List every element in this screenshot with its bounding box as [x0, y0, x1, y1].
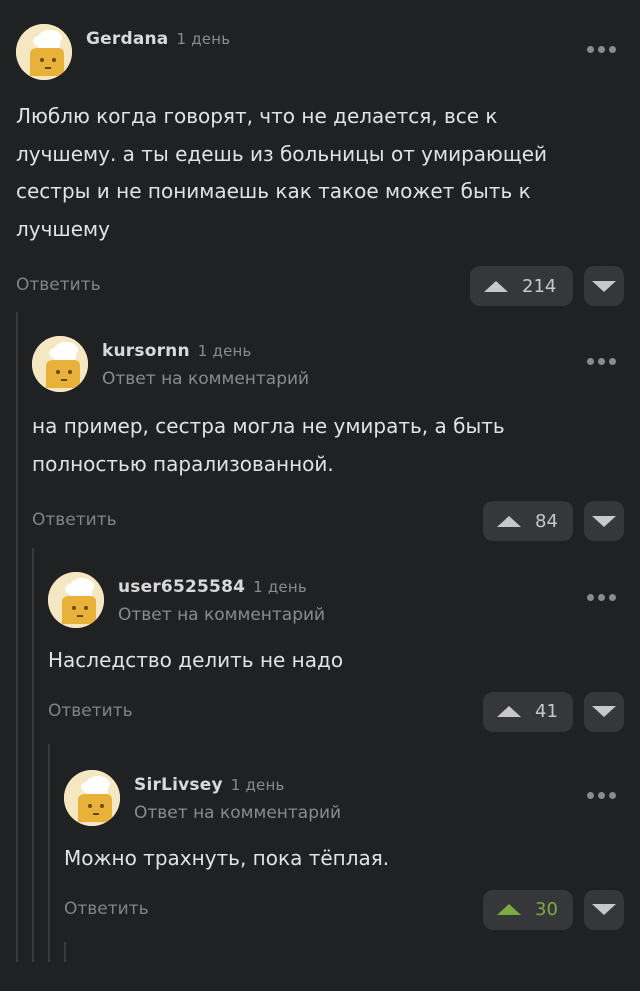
timestamp: 1 день — [176, 30, 231, 48]
upvote-button[interactable]: 84 — [483, 501, 573, 541]
reply-button[interactable]: Ответить — [48, 701, 133, 721]
rating-count: 84 — [535, 510, 558, 532]
timestamp: 1 день — [230, 776, 285, 794]
upvote-button[interactable]: 30 — [483, 889, 573, 930]
triangle-down-icon — [592, 280, 616, 292]
downvote-button[interactable] — [584, 266, 624, 306]
timestamp: 1 день — [253, 578, 307, 596]
comment: Gerdana 1 день Люблю когда говорят, что н… — [16, 24, 640, 306]
comment: user6525584 1 день Ответ на комментарий Н… — [48, 572, 640, 732]
triangle-up-icon — [497, 904, 521, 915]
rating-count: 41 — [535, 701, 558, 722]
reply-button[interactable]: Ответить — [32, 510, 117, 530]
rating-count: 30 — [535, 899, 558, 920]
downvote-button[interactable] — [584, 501, 624, 541]
username-row: SirLivsey 1 день — [134, 775, 285, 795]
more-dots-icon[interactable] — [587, 46, 616, 53]
comment-text: Наследство делить не надо — [48, 648, 344, 672]
chef-avatar-icon — [48, 572, 104, 628]
triangle-down-icon — [592, 515, 616, 527]
avatar[interactable] — [48, 572, 104, 628]
more-dots-icon[interactable] — [587, 594, 616, 601]
triangle-up-icon — [484, 280, 508, 292]
comment-text: Можно трахнуть, пока тёплая. — [64, 846, 390, 870]
thread-line — [48, 744, 50, 962]
more-dots-icon[interactable] — [587, 792, 616, 799]
username-row: Gerdana 1 день — [86, 29, 230, 49]
triangle-up-icon — [497, 706, 521, 717]
upvote-button[interactable]: 41 — [483, 691, 573, 732]
avatar[interactable] — [32, 336, 88, 392]
comment-text: Люблю когда говорят, что не делается, вс… — [16, 104, 548, 241]
avatar[interactable] — [64, 770, 120, 826]
thread-line — [32, 548, 34, 962]
username-row: user6525584 1 день — [118, 577, 307, 597]
comment-text: на пример, сестра могла не умирать, а бы… — [32, 414, 505, 476]
avatar[interactable] — [16, 24, 72, 80]
reply-button[interactable]: Ответить — [16, 275, 101, 295]
downvote-button[interactable] — [584, 889, 624, 930]
username[interactable]: Gerdana — [86, 29, 168, 49]
thread-line — [16, 312, 18, 962]
username[interactable]: SirLivsey — [134, 775, 223, 795]
chef-avatar-icon — [32, 336, 88, 392]
chef-avatar-icon — [16, 24, 72, 80]
thread-line — [64, 942, 66, 962]
downvote-button[interactable] — [584, 691, 624, 732]
reply-to-link[interactable]: Ответ на комментарий — [118, 605, 325, 625]
more-dots-icon[interactable] — [587, 358, 616, 365]
chef-avatar-icon — [64, 770, 120, 826]
username-row: kursornn 1 день — [102, 341, 252, 361]
username[interactable]: user6525584 — [118, 577, 245, 597]
reply-to-link[interactable]: Ответ на комментарий — [134, 803, 341, 823]
triangle-down-icon — [592, 904, 616, 915]
upvote-button[interactable]: 214 — [470, 266, 573, 306]
triangle-down-icon — [592, 706, 616, 717]
triangle-up-icon — [497, 515, 521, 527]
reply-to-link[interactable]: Ответ на комментарий — [102, 369, 309, 389]
reply-button[interactable]: Ответить — [64, 899, 149, 919]
username[interactable]: kursornn — [102, 341, 190, 361]
timestamp: 1 день — [197, 342, 252, 360]
comment: SirLivsey 1 день Ответ на комментарий Мож… — [64, 770, 640, 930]
rating-count: 214 — [522, 275, 557, 297]
comment: kursornn 1 день Ответ на комментарий на п… — [32, 336, 640, 541]
